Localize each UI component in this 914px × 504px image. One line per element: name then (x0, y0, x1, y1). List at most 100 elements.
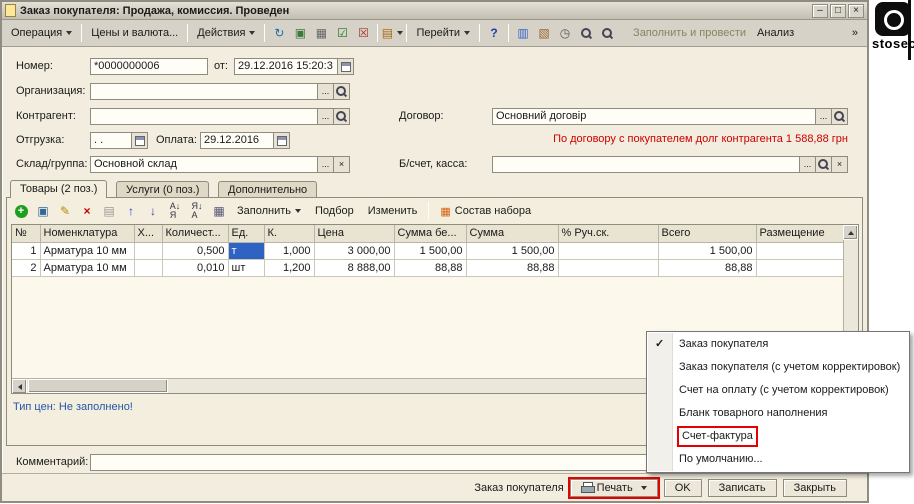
clear-button[interactable]: × (831, 157, 847, 172)
close-button[interactable]: × (848, 3, 864, 18)
structure-button[interactable]: ▥ (513, 23, 533, 43)
column-header[interactable]: Ед. (228, 225, 265, 243)
menu-item-invoice-for-payment[interactable]: Счет на оплату (с учетом корректировок) (647, 379, 909, 402)
toolbar-overflow-button[interactable]: » (847, 24, 863, 42)
cell[interactable]: 2 (12, 259, 41, 277)
totals-button[interactable]: ▦ (209, 201, 229, 221)
cell[interactable]: 0,500 (162, 242, 229, 260)
set-content-button[interactable]: ▦ Состав набора (434, 203, 537, 220)
choose-button[interactable]: ... (317, 157, 333, 172)
choose-button[interactable]: ... (317, 109, 333, 124)
cell[interactable]: 8 888,00 (314, 259, 395, 277)
copy-document-button[interactable]: ▣ (290, 23, 310, 43)
print-button[interactable]: Печать (567, 476, 660, 499)
column-header[interactable]: Размещение (756, 225, 846, 243)
edit-row-button[interactable]: ✎ (55, 201, 75, 221)
copy-row-button[interactable]: ▣ (33, 201, 53, 221)
choose-button[interactable]: ... (799, 157, 815, 172)
find-in-list-button[interactable] (576, 23, 596, 43)
table-row[interactable]: 2 Арматура 10 мм 0,010 шт 1,200 8 888,00… (12, 259, 846, 277)
column-header[interactable]: Сумма (466, 225, 559, 243)
tab-services[interactable]: Услуги (0 поз.) (116, 181, 210, 198)
cell[interactable]: 1 500,00 (658, 242, 757, 260)
scrollbar-thumb[interactable] (28, 379, 168, 393)
cell[interactable]: 1 500,00 (394, 242, 467, 260)
cell[interactable] (558, 242, 659, 260)
create-on-base-button[interactable]: ▤ (382, 23, 404, 43)
cell[interactable]: 1,200 (264, 259, 315, 277)
actions-menu-button[interactable]: Действия (192, 24, 260, 42)
unpost-document-button[interactable]: ☒ (353, 23, 373, 43)
open-button[interactable] (333, 84, 349, 99)
selected-cell[interactable]: т (228, 242, 265, 260)
number-field[interactable]: *0000000006 (90, 58, 208, 75)
close-form-button[interactable]: Закрыть (782, 478, 847, 497)
fill-menu-button[interactable]: Заполнить (231, 203, 307, 219)
delete-row-button[interactable]: × (77, 201, 97, 221)
column-header[interactable]: Всего (658, 225, 757, 243)
choose-button[interactable]: ... (815, 109, 831, 124)
cell[interactable]: Арматура 10 мм (40, 259, 135, 277)
cell[interactable]: 88,88 (658, 259, 757, 277)
warehouse-field[interactable]: Основной склад ... × (90, 156, 350, 173)
clear-button[interactable]: × (333, 157, 349, 172)
report-button[interactable]: ▧ (534, 23, 554, 43)
menu-item-customer-order[interactable]: Заказ покупателя (647, 333, 909, 356)
operation-menu-button[interactable]: Операция (6, 24, 77, 42)
contragent-field[interactable]: ... (90, 108, 350, 125)
fill-and-post-button[interactable]: Заполнить и провести (628, 24, 751, 42)
sort-desc-button[interactable]: Я↓ А (187, 201, 207, 221)
cell[interactable] (134, 242, 163, 260)
date-field[interactable]: 29.12.2016 15:20:3 (234, 58, 354, 75)
organization-field[interactable]: ... (90, 83, 350, 100)
post-document-button[interactable]: ☑ (332, 23, 352, 43)
scroll-up-button[interactable] (843, 225, 858, 240)
account-field[interactable]: ... × (492, 156, 848, 173)
levels-button[interactable]: ▤ (99, 201, 119, 221)
column-header[interactable]: Сумма бе... (394, 225, 467, 243)
shipping-date-field[interactable]: . . (90, 132, 148, 149)
cell[interactable]: 88,88 (394, 259, 467, 277)
scroll-left-button[interactable] (12, 379, 27, 393)
calendar-button[interactable] (131, 133, 147, 148)
minimize-button[interactable]: – (812, 3, 828, 18)
cell[interactable]: 1 (12, 242, 41, 260)
column-header[interactable]: Количест... (162, 225, 229, 243)
open-button[interactable] (815, 157, 831, 172)
menu-item-tax-invoice[interactable]: Счет-фактура (647, 425, 909, 448)
payment-date-field[interactable]: 29.12.2016 (200, 132, 290, 149)
menu-item-goods-blank[interactable]: Бланк товарного наполнения (647, 402, 909, 425)
open-button[interactable] (333, 109, 349, 124)
save-document-button[interactable]: ▦ (311, 23, 331, 43)
sort-asc-button[interactable]: А↓ Я (165, 201, 185, 221)
prices-currency-button[interactable]: Цены и валюта... (86, 24, 183, 42)
column-header[interactable]: Цена (314, 225, 395, 243)
cell[interactable]: 88,88 (466, 259, 559, 277)
goto-menu-button[interactable]: Перейти (411, 24, 475, 42)
find-button[interactable] (597, 23, 617, 43)
menu-item-by-default[interactable]: По умолчанию... (647, 448, 909, 471)
column-header[interactable]: % Руч.ск. (558, 225, 659, 243)
cell[interactable]: Арматура 10 мм (40, 242, 135, 260)
title-bar[interactable]: Заказ покупателя: Продажа, комиссия. Про… (2, 2, 867, 20)
cell[interactable] (756, 259, 846, 277)
cell[interactable] (756, 242, 846, 260)
choose-button[interactable]: ... (317, 84, 333, 99)
help-button[interactable]: ? (484, 23, 504, 43)
cell[interactable]: 1,000 (264, 242, 315, 260)
tab-additional[interactable]: Дополнительно (218, 181, 318, 198)
maximize-button[interactable]: □ (830, 3, 846, 18)
add-row-button[interactable] (11, 201, 31, 221)
analysis-button[interactable]: Анализ (752, 24, 799, 42)
cell[interactable] (134, 259, 163, 277)
column-header[interactable]: № (12, 225, 41, 243)
cell[interactable] (558, 259, 659, 277)
calendar-button[interactable] (273, 133, 289, 148)
calendar-button[interactable] (337, 59, 353, 74)
cell[interactable]: шт (228, 259, 265, 277)
column-header[interactable]: Х... (134, 225, 163, 243)
move-up-button[interactable]: ↑ (121, 201, 141, 221)
cell[interactable]: 1 500,00 (466, 242, 559, 260)
refresh-button[interactable]: ↻ (269, 23, 289, 43)
save-button[interactable]: Записать (707, 478, 777, 497)
